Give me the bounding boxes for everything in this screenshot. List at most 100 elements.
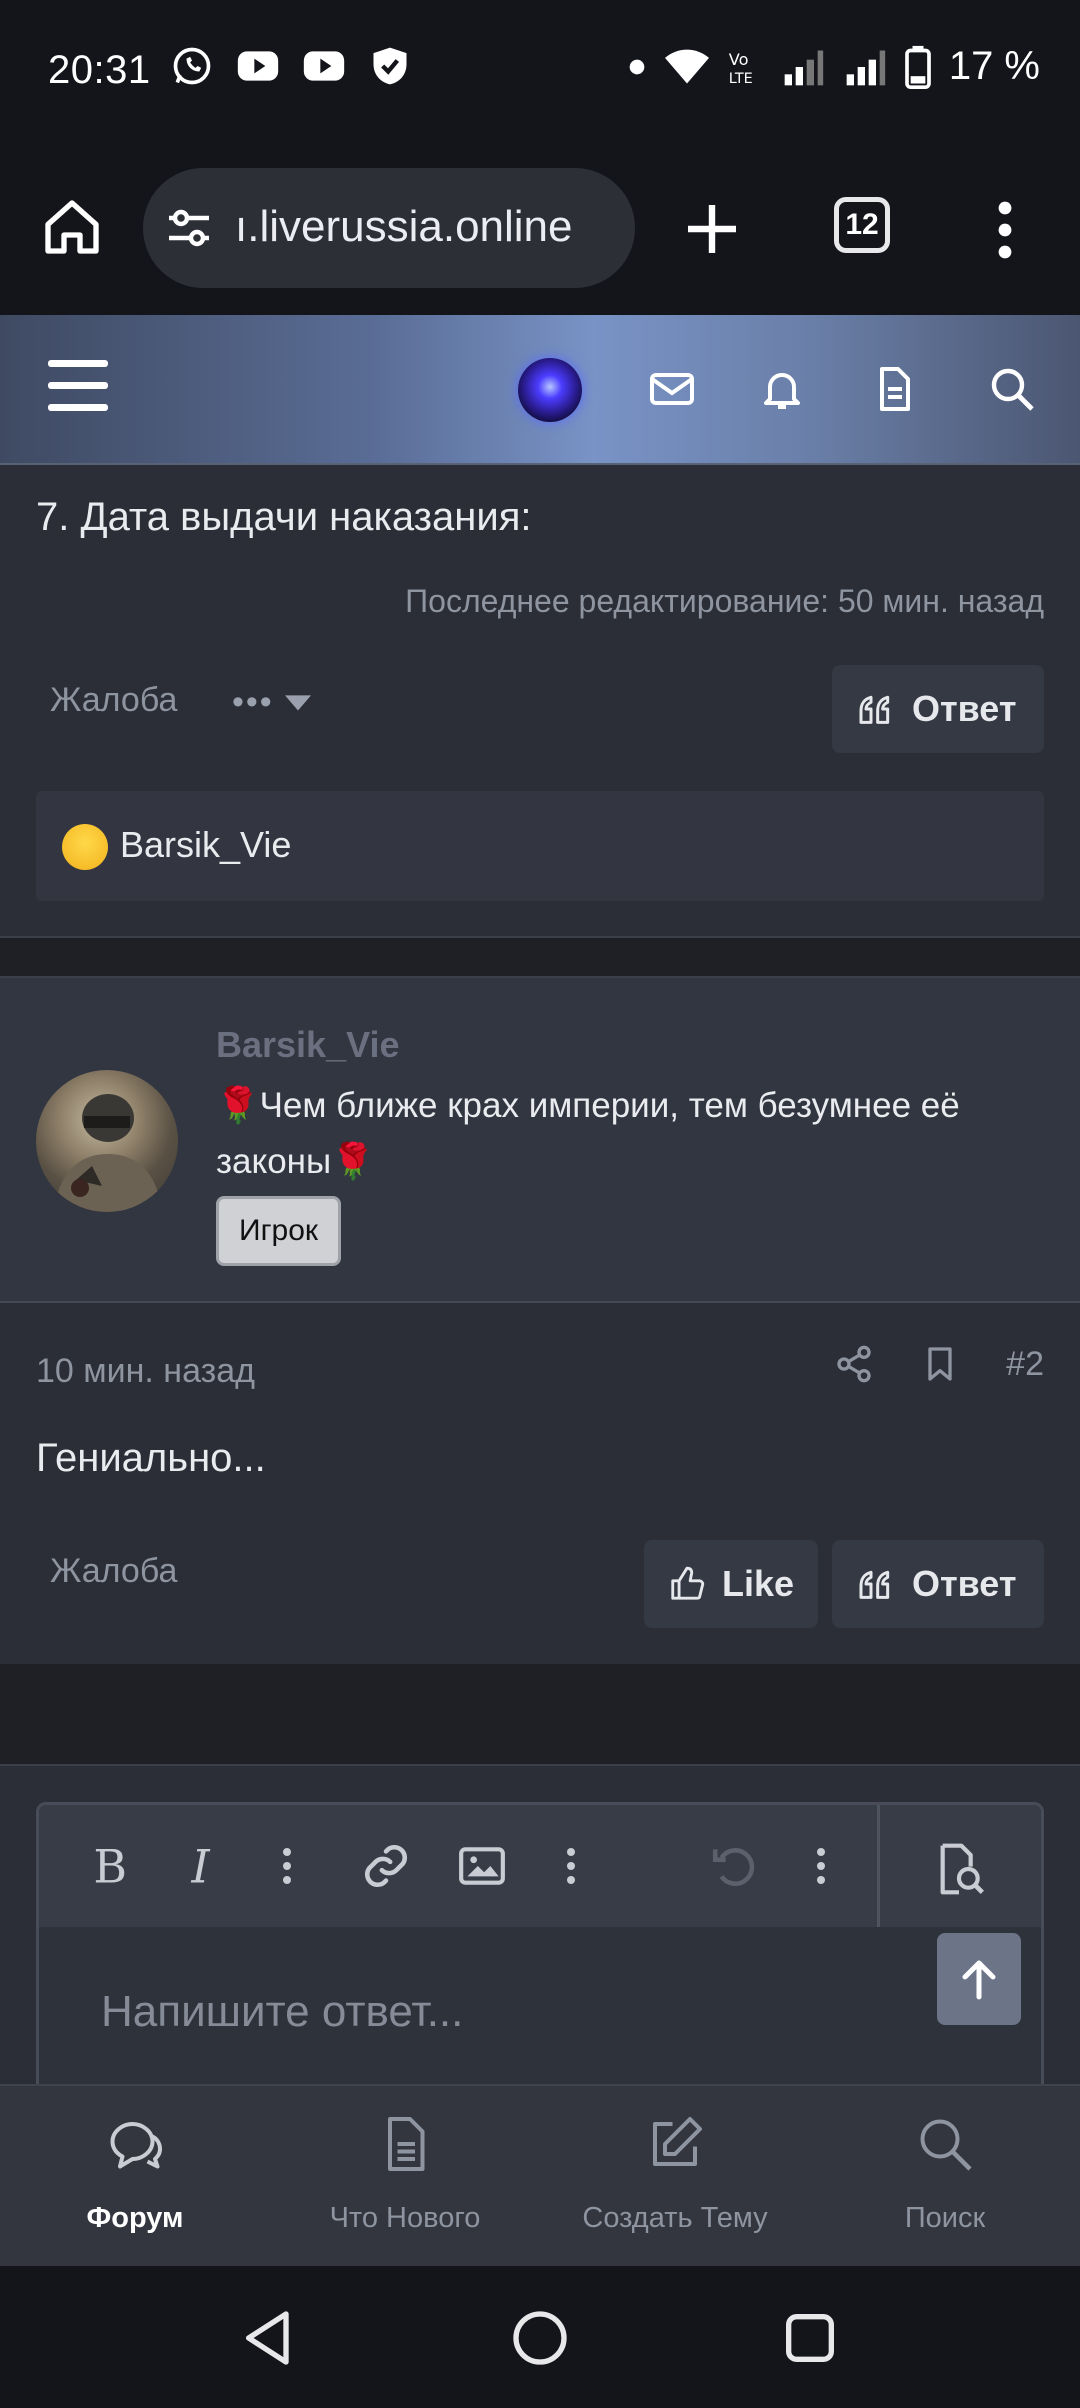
quick-reply-area: B I Напишите ответ... [0, 1764, 1080, 2122]
soldier-photo [54, 1094, 162, 1212]
section-separator [0, 1664, 1080, 1764]
site-settings-icon[interactable] [165, 206, 213, 250]
browser-toolbar: ı.liverussia.online 12 [0, 145, 1080, 315]
reply-button[interactable]: Ответ [832, 1540, 1044, 1628]
user-role-badge: Игрок [216, 1196, 341, 1266]
svg-text:LTE: LTE [729, 71, 753, 87]
nav-create-thread[interactable]: Создать Тему [540, 2086, 810, 2268]
more-dots-icon: ••• [232, 683, 274, 721]
signal-icon [846, 50, 885, 85]
volte-icon: Vo LTE [729, 50, 753, 87]
user-avatar[interactable] [518, 358, 582, 422]
rose-icon: 🌹 [331, 1142, 375, 1181]
caret-down-icon [285, 695, 312, 711]
last-edited-note: Последнее редактирование: 50 мин. назад [405, 583, 1044, 619]
hamburger-menu-icon[interactable] [48, 360, 108, 416]
forum-header [0, 315, 1080, 465]
reply-label: Ответ [912, 1563, 1017, 1604]
post-number[interactable]: #2 [1006, 1345, 1044, 1384]
reaction-username[interactable]: Barsik_Vie [120, 824, 291, 866]
like-label: Like [721, 1563, 794, 1604]
scroll-up-button[interactable] [937, 1933, 1021, 2025]
post-timestamp[interactable]: 10 мин. назад [36, 1352, 255, 1391]
toolbar-divider [877, 1805, 880, 1927]
post-meta-actions: #2 [834, 1344, 1044, 1384]
tab-switcher-button[interactable]: 12 [834, 197, 890, 253]
arrow-up-icon [962, 1960, 996, 2000]
mail-icon[interactable] [648, 365, 696, 413]
youtube-icon [237, 51, 279, 81]
post-2-body: Гениально... [36, 1436, 266, 1480]
nav-whats-new-label: Что Нового [329, 2202, 481, 2234]
recents-icon[interactable] [778, 2306, 842, 2370]
reply-editor: B I Напишите ответ... [36, 1802, 1044, 2122]
status-time: 20:31 [48, 48, 151, 92]
home-icon[interactable] [40, 195, 104, 259]
undo-icon[interactable] [709, 1841, 759, 1891]
back-icon[interactable] [238, 2306, 302, 2370]
svg-text:B: B [93, 1841, 127, 1891]
author-avatar[interactable] [36, 1070, 178, 1212]
like-button[interactable]: Like [644, 1540, 818, 1628]
signal-icon [784, 50, 823, 85]
nav-forum[interactable]: Форум [0, 2086, 270, 2268]
new-tab-icon[interactable] [680, 197, 744, 261]
search-icon[interactable] [988, 365, 1036, 413]
post-1-text: 7. Дата выдачи наказания: [36, 495, 532, 539]
bell-icon[interactable] [758, 365, 806, 413]
thumbs-up-icon [671, 1566, 705, 1600]
shield-icon [373, 47, 407, 85]
author-username[interactable]: Barsik_Vie [216, 1024, 399, 1066]
post-1: 7. Дата выдачи наказания: Последнее реда… [0, 465, 1080, 938]
image-icon[interactable] [457, 1841, 507, 1891]
more-editor-options-icon[interactable] [811, 1841, 831, 1891]
whatsapp-icon [173, 47, 211, 85]
post-separator [0, 938, 1080, 976]
nav-search[interactable]: Поиск [810, 2086, 1080, 2268]
reply-input[interactable]: Напишите ответ... [101, 1987, 463, 2037]
svg-text:Vo: Vo [729, 50, 749, 69]
svg-text:I: I [191, 1841, 211, 1891]
author-title: 🌹Чем ближе крах империи, тем безумнее её… [216, 1078, 1036, 1190]
nav-forum-label: Форум [86, 2202, 184, 2234]
wifi-icon [664, 49, 709, 83]
bookmark-icon[interactable] [920, 1344, 960, 1384]
status-bar: 20:31 Vo LTE 17 % [0, 0, 1080, 145]
post-author-bar: Barsik_Vie 🌹Чем ближе крах империи, тем … [0, 978, 1080, 1303]
battery-percent: 17 % [948, 44, 1040, 88]
reply-label: Ответ [912, 688, 1017, 729]
report-link[interactable]: Жалоба [50, 1552, 177, 1591]
laugh-emoji-icon [62, 824, 108, 870]
more-menu-icon[interactable] [990, 200, 1020, 260]
link-icon[interactable] [361, 1841, 411, 1891]
address-bar[interactable]: ı.liverussia.online [143, 168, 635, 288]
italic-icon[interactable]: I [179, 1841, 229, 1891]
share-icon[interactable] [834, 1344, 874, 1384]
quote-icon [859, 695, 890, 724]
editor-toolbar: B I [39, 1805, 1041, 1927]
rose-icon: 🌹 [216, 1086, 260, 1125]
more-actions-button[interactable]: ••• [232, 683, 312, 722]
quote-icon [859, 1570, 890, 1599]
chat-icon [110, 2122, 162, 2169]
bottom-navigation: Форум Что Нового Создать Тему Поиск [0, 2084, 1080, 2266]
preview-icon[interactable] [931, 1841, 987, 1897]
reactions-summary[interactable]: Barsik_Vie [36, 791, 1044, 901]
more-text-options-icon[interactable] [277, 1841, 297, 1891]
author-title-text: Чем ближе крах империи, тем безумнее её … [216, 1086, 960, 1181]
post-2: Barsik_Vie 🌹Чем ближе крах империи, тем … [0, 976, 1080, 1664]
reply-button[interactable]: Ответ [832, 665, 1044, 753]
home-circle-icon[interactable] [508, 2306, 572, 2370]
nav-create-thread-label: Создать Тему [582, 2202, 768, 2234]
document-icon[interactable] [870, 365, 918, 413]
edit-icon [653, 2117, 702, 2166]
nav-whats-new[interactable]: Что Нового [270, 2086, 540, 2268]
search-icon [920, 2119, 972, 2171]
more-insert-options-icon[interactable] [561, 1841, 581, 1891]
bold-icon[interactable]: B [85, 1841, 135, 1891]
url-text[interactable]: ı.liverussia.online [235, 202, 573, 252]
document-icon [388, 2117, 425, 2171]
nav-search-label: Поиск [904, 2202, 986, 2234]
report-link[interactable]: Жалоба [50, 681, 177, 720]
system-navigation-bar [0, 2266, 1080, 2408]
